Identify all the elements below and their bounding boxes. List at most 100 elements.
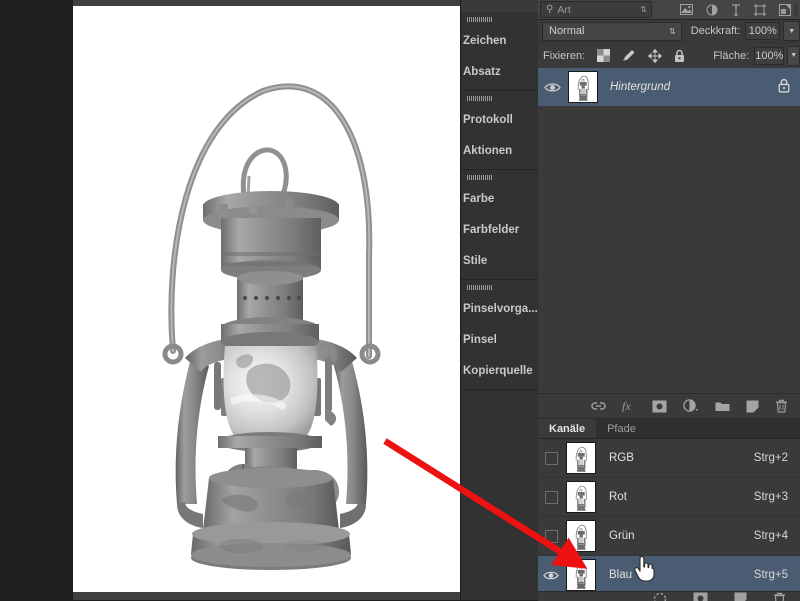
collapsed-panel-group: Zeichen Absatz	[461, 12, 539, 91]
collapsed-panel-group: Farbe Farbfelder Stile	[461, 170, 539, 280]
channels-panel-tabs: Kanäle Pfade	[538, 419, 800, 439]
tab-pfade[interactable]: Pfade	[596, 419, 647, 438]
checkbox-unchecked-icon	[545, 491, 558, 504]
stepper-icon[interactable]: ⇅	[640, 6, 647, 14]
canvas-left-gutter	[0, 0, 73, 600]
channel-visibility-toggle[interactable]	[538, 570, 564, 581]
checkbox-unchecked-icon	[545, 452, 558, 465]
layer-filter-bar[interactable]: ⚲ Art ⇅	[538, 0, 800, 20]
blend-mode-value: Normal	[543, 25, 584, 37]
channel-shortcut: Strg+2	[754, 452, 788, 464]
collapsed-panel-absatz[interactable]: Absatz	[461, 57, 539, 88]
channel-thumbnail[interactable]	[566, 559, 596, 591]
collapsed-panel-stile[interactable]: Stile	[461, 246, 539, 277]
channel-row-gruen[interactable]: Grün Strg+4	[538, 517, 800, 556]
collapsed-panel-farbe[interactable]: Farbe	[461, 184, 539, 215]
new-layer-icon[interactable]	[746, 400, 759, 413]
canvas-area[interactable]	[0, 0, 460, 600]
blend-mode-row: Normal ⇅ Deckkraft: 100% ▼	[538, 20, 800, 42]
lantern-artwork	[73, 6, 460, 592]
layer-thumbnail[interactable]	[568, 71, 598, 103]
lock-row: Fixieren: Fläche:	[538, 43, 800, 69]
new-adjustment-layer-icon[interactable]	[683, 399, 699, 413]
collapsed-panel-zeichen[interactable]: Zeichen	[461, 26, 539, 57]
eye-icon	[543, 570, 559, 581]
stepper-icon[interactable]: ⇅	[669, 27, 681, 36]
type-layer-icon[interactable]	[731, 4, 741, 16]
fill-input[interactable]: 100%	[754, 47, 784, 65]
collapsed-panel-strip[interactable]: Zeichen Absatz Protokoll Aktionen Farbe …	[460, 0, 540, 600]
panel-grip-icon[interactable]	[461, 12, 539, 26]
canvas-bottom-gutter	[73, 592, 460, 600]
lock-label: Fixieren:	[543, 50, 585, 62]
add-layer-mask-icon[interactable]	[652, 400, 667, 413]
channel-row-blau[interactable]: Blau Strg+5	[538, 556, 800, 595]
channel-visibility-toggle[interactable]	[538, 452, 564, 465]
opacity-dropdown-icon[interactable]: ▼	[783, 21, 800, 41]
channel-thumbnail-lantern	[567, 560, 595, 590]
photoshop-window: Zeichen Absatz Protokoll Aktionen Farbe …	[0, 0, 800, 600]
delete-layer-icon[interactable]	[775, 399, 788, 413]
lock-all-icon[interactable]	[674, 49, 685, 63]
channel-thumbnail-lantern	[567, 482, 595, 512]
collapsed-panel-group: Protokoll Aktionen	[461, 91, 539, 170]
shape-layer-icon[interactable]	[754, 4, 766, 16]
channel-visibility-toggle[interactable]	[538, 491, 564, 504]
layers-panel-toolbar: fx	[538, 393, 800, 418]
opacity-label: Deckkraft:	[691, 25, 741, 37]
layer-visibility-toggle[interactable]	[538, 82, 566, 93]
channel-name: RGB	[609, 452, 754, 464]
lock-position-icon[interactable]	[648, 49, 662, 63]
channel-thumbnail[interactable]	[566, 520, 596, 552]
channel-shortcut: Strg+5	[754, 569, 788, 581]
document-sheet[interactable]	[73, 6, 460, 592]
tab-kanaele[interactable]: Kanäle	[538, 419, 596, 438]
opacity-input[interactable]: 100%	[745, 22, 780, 40]
collapsed-panel-protokoll[interactable]: Protokoll	[461, 105, 539, 136]
channel-shortcut: Strg+4	[754, 530, 788, 542]
channel-name: Rot	[609, 491, 754, 503]
layer-style-fx-icon[interactable]: fx	[622, 399, 636, 413]
right-dock: ⚲ Art ⇅	[538, 0, 800, 600]
lock-transparent-pixels-icon[interactable]	[597, 49, 610, 62]
layer-filter-label: Art	[557, 4, 640, 16]
collapsed-panel-aktionen[interactable]: Aktionen	[461, 136, 539, 167]
options-bar-end-stub	[794, 3, 798, 16]
new-group-icon[interactable]	[715, 400, 730, 412]
layer-lock-badge	[778, 78, 790, 96]
adjustment-layer-icon[interactable]	[706, 4, 718, 16]
layer-row-hintergrund[interactable]: Hintergrund	[538, 68, 800, 106]
collapsed-panel-pinsel[interactable]: Pinsel	[461, 325, 539, 356]
collapsed-panel-kopierquelle[interactable]: Kopierquelle	[461, 356, 539, 387]
collapsed-panel-pinselvorgaben[interactable]: Pinselvorga...	[461, 294, 539, 325]
channel-thumbnail[interactable]	[566, 442, 596, 474]
collapsed-panel-farbfelder[interactable]: Farbfelder	[461, 215, 539, 246]
layers-empty-space[interactable]	[538, 174, 800, 393]
panel-grip-icon[interactable]	[461, 280, 539, 294]
channel-name: Blau	[609, 569, 754, 581]
channel-row-rot[interactable]: Rot Strg+3	[538, 478, 800, 517]
smart-object-icon[interactable]	[779, 4, 791, 16]
layer-filter-type-select[interactable]: ⚲ Art ⇅	[540, 1, 652, 18]
fill-label: Fläche:	[713, 50, 749, 62]
channel-thumbnail[interactable]	[566, 481, 596, 513]
layer-filter-icons	[680, 4, 791, 16]
lock-icon	[778, 78, 790, 93]
panel-grip-icon[interactable]	[461, 91, 539, 105]
lock-image-pixels-icon[interactable]	[622, 49, 636, 62]
channel-name: Grün	[609, 530, 754, 542]
layer-name[interactable]: Hintergrund	[610, 81, 778, 93]
eye-icon	[544, 82, 561, 93]
blend-mode-select[interactable]: Normal ⇅	[542, 22, 682, 41]
panel-grip-icon[interactable]	[461, 170, 539, 184]
channel-row-rgb[interactable]: RGB Strg+2	[538, 439, 800, 478]
channels-panel: Kanäle Pfade	[538, 418, 800, 601]
collapsed-panel-group: Pinselvorga... Pinsel Kopierquelle	[461, 280, 539, 390]
link-layers-icon[interactable]	[591, 400, 606, 412]
image-thumbnail-icon[interactable]	[680, 4, 693, 16]
fill-dropdown-icon[interactable]: ▼	[787, 46, 800, 66]
search-icon: ⚲	[546, 4, 553, 15]
svg-text:fx: fx	[622, 399, 631, 413]
layers-list[interactable]: Hintergrund	[538, 68, 800, 393]
channel-visibility-toggle[interactable]	[538, 530, 564, 543]
